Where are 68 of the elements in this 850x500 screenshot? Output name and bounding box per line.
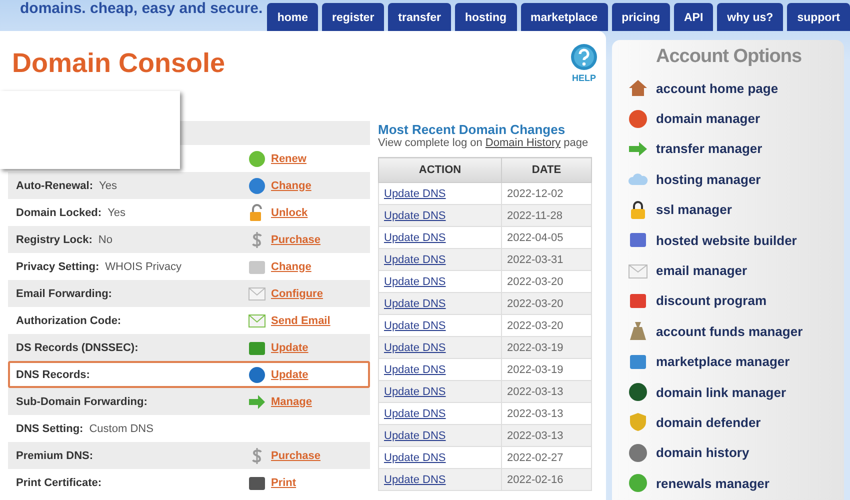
nav-tab[interactable]: why us? xyxy=(717,3,784,31)
setting-label: DNS Records: xyxy=(16,368,90,380)
setting-label: Authorization Code: xyxy=(16,314,122,326)
menu-link[interactable]: account home page xyxy=(656,80,778,96)
setting-label: Privacy Setting: xyxy=(16,260,100,272)
setting-label: Sub-Domain Forwarding: xyxy=(16,396,148,408)
menu-link[interactable]: transfer manager xyxy=(656,141,762,156)
action-link[interactable]: Change xyxy=(271,260,312,272)
date-cell: 2022-03-13 xyxy=(502,380,592,402)
setting-label: DNS Setting: xyxy=(16,422,84,434)
setting-value: Yes xyxy=(99,180,117,192)
setting-value: Yes xyxy=(108,206,126,218)
action-link[interactable]: Send Email xyxy=(271,314,330,326)
menu-link[interactable]: ssl manager xyxy=(656,202,732,218)
setting-value: WHOIS Privacy xyxy=(105,260,182,272)
setting-label: Print Certificate: xyxy=(16,476,102,488)
action-link[interactable]: Print xyxy=(271,476,296,488)
date-cell: 2022-03-31 xyxy=(502,248,592,270)
intro-text: View complete log on Domain History page xyxy=(378,137,590,149)
nav-tab[interactable]: home xyxy=(267,3,318,31)
column-header: DATE xyxy=(502,158,592,182)
nav-tab[interactable]: API xyxy=(674,3,714,31)
menu-link[interactable]: domain manager xyxy=(656,111,760,126)
column-header: ACTION xyxy=(378,158,502,182)
setting-label: Domain Locked: xyxy=(16,206,102,218)
setting-label: Email Forwarding: xyxy=(16,288,112,300)
page-title: Domain Console xyxy=(12,48,226,80)
house-icon xyxy=(628,78,648,98)
date-cell: 2022-11-28 xyxy=(502,204,592,226)
setting-label: Premium DNS: xyxy=(16,450,94,462)
nav-tab[interactable]: transfer xyxy=(388,3,451,31)
menu-link[interactable]: domain history xyxy=(656,445,750,460)
nav-tab[interactable]: marketplace xyxy=(520,3,608,31)
setting-value: Custom DNS xyxy=(89,422,154,434)
section-title: Most Recent Domain Changes xyxy=(378,122,566,137)
arrow-icon xyxy=(248,392,266,410)
setting-label: Registry Lock: xyxy=(16,234,92,246)
date-cell: 2022-03-20 xyxy=(502,292,592,314)
domain-history-link[interactable]: Domain History xyxy=(485,137,561,149)
help-button[interactable]: HELP xyxy=(570,43,598,83)
nav-tab[interactable]: support xyxy=(787,3,850,31)
tagline: domains. cheap, easy and secure. xyxy=(20,0,263,17)
date-cell: 2022-02-16 xyxy=(502,468,592,490)
action-link[interactable]: Renew xyxy=(271,152,306,164)
help-icon xyxy=(570,43,598,71)
menu-link[interactable]: email manager xyxy=(656,263,748,278)
menu-link[interactable]: account funds manager xyxy=(656,324,803,339)
menu-link[interactable]: renewals manager xyxy=(656,476,770,491)
setting-label: Auto-Renewal: xyxy=(16,180,93,192)
menu-link[interactable]: hosting manager xyxy=(656,172,761,187)
nav-tab[interactable]: hosting xyxy=(455,3,517,31)
envelope-icon xyxy=(248,312,266,330)
menu-link[interactable]: domain defender xyxy=(656,414,761,430)
action-link[interactable]: Update xyxy=(271,368,308,380)
menu-link[interactable]: discount program xyxy=(656,293,767,308)
setting-value: No xyxy=(98,234,112,246)
date-cell: 2022-03-19 xyxy=(502,336,592,358)
menu-link[interactable]: domain link manager xyxy=(656,384,786,400)
setting-label: DS Records (DNSSEC): xyxy=(16,342,138,354)
nav-tab[interactable]: register xyxy=(322,3,384,31)
padlock-icon xyxy=(628,200,648,220)
menu-link[interactable]: hosted website builder xyxy=(656,232,797,248)
nav-tab[interactable]: pricing xyxy=(612,3,670,31)
envelope-icon xyxy=(248,284,266,302)
action-link[interactable]: Unlock xyxy=(271,206,308,218)
date-cell: 2022-03-13 xyxy=(502,424,592,446)
panel-title: Account Options xyxy=(656,46,803,68)
menu-link[interactable]: marketplace manager xyxy=(656,354,790,370)
